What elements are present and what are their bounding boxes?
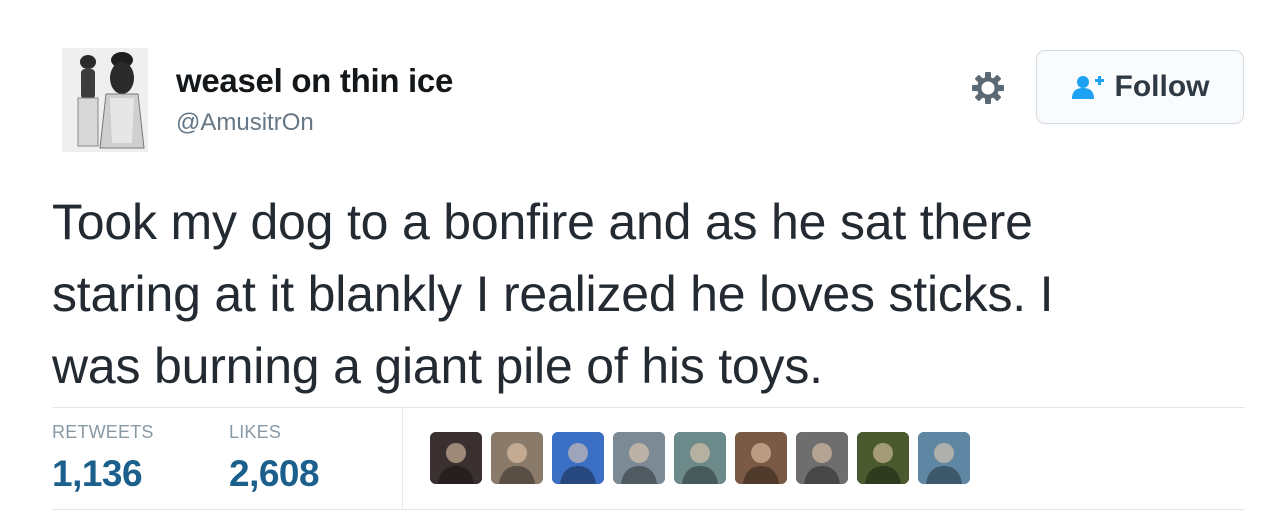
retweets-stat[interactable]: RETWEETS 1,136 (52, 422, 154, 495)
liker-avatar-1[interactable] (430, 432, 482, 484)
user-handle[interactable]: @AmusitrOn (176, 109, 314, 137)
likes-count: 2,608 (229, 453, 320, 494)
add-user-icon (1071, 76, 1104, 99)
liker-avatar-5[interactable] (674, 432, 726, 484)
stats-separator (402, 408, 403, 509)
liker-avatar-3[interactable] (552, 432, 604, 484)
liker-avatar-4[interactable] (613, 432, 665, 484)
retweets-label: RETWEETS (52, 422, 154, 442)
divider (52, 407, 1245, 408)
liker-avatar-2[interactable] (491, 432, 543, 484)
gear-icon (972, 72, 1004, 104)
display-name[interactable]: weasel on thin ice (176, 62, 453, 100)
tweet-text: Took my dog to a bonfire and as he sat t… (52, 186, 1232, 402)
liker-avatar-8[interactable] (857, 432, 909, 484)
follow-button[interactable]: Follow (1036, 50, 1244, 124)
liker-avatar-7[interactable] (796, 432, 848, 484)
tweet-line: staring at it blankly I realized he love… (52, 266, 1054, 322)
divider (52, 509, 1245, 510)
tweet-line: Took my dog to a bonfire and as he sat t… (52, 194, 1033, 250)
avatar[interactable] (62, 48, 148, 152)
retweets-count: 1,136 (52, 453, 143, 494)
vintage-photo-avatar-icon (62, 48, 148, 152)
likes-label: LIKES (229, 422, 282, 442)
liker-avatar-9[interactable] (918, 432, 970, 484)
liker-avatar-6[interactable] (735, 432, 787, 484)
likes-stat[interactable]: LIKES 2,608 (229, 422, 320, 495)
follow-label: Follow (1114, 70, 1210, 103)
tweet-line: was burning a giant pile of his toys. (52, 338, 823, 394)
settings-button[interactable] (968, 68, 1008, 108)
tweet-card: weasel on thin ice @AmusitrOn Follow Too… (0, 0, 1280, 529)
